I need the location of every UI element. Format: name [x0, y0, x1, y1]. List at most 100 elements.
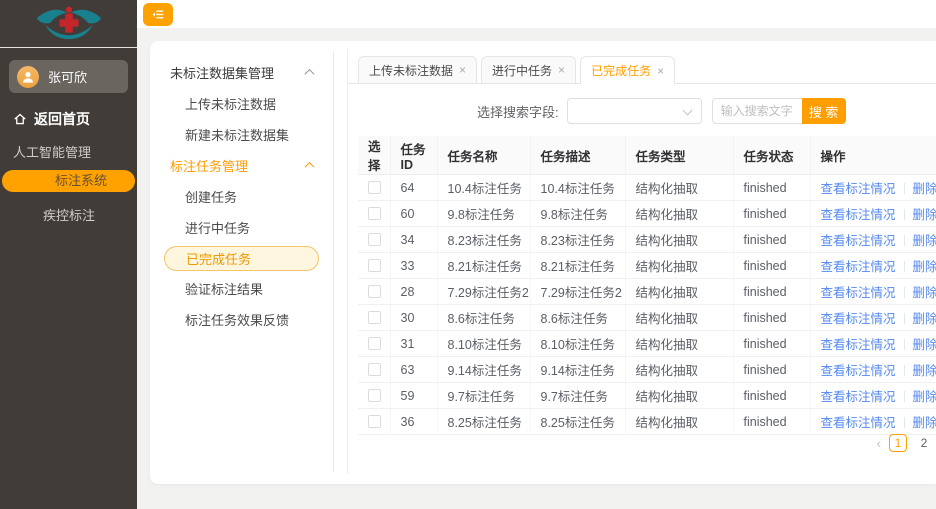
table-row: 33 8.21标注任务 8.21标注任务 结构化抽取 finished 查看标注… [358, 253, 936, 279]
app-logo [0, 0, 137, 45]
task-desc-cell: 7.29标注任务2 [530, 279, 625, 305]
tab-completed-tasks[interactable]: 已完成任务 × [580, 56, 675, 84]
search-input[interactable] [712, 98, 802, 124]
delete-link[interactable]: 删除 [913, 182, 936, 196]
table-header-row: 选择 任务ID 任务名称 任务描述 任务类型 任务状态 操作 [358, 136, 936, 175]
delete-link[interactable]: 删除 [913, 208, 936, 222]
row-checkbox[interactable] [368, 285, 381, 298]
close-icon[interactable]: × [657, 65, 664, 77]
task-type-cell: 结构化抽取 [625, 357, 733, 383]
task-name-cell: 8.25标注任务 [437, 409, 530, 435]
prev-page-icon[interactable]: ‹ [876, 436, 881, 450]
task-id-cell: 34 [390, 227, 437, 253]
task-id-cell: 60 [390, 201, 437, 227]
header-actions: 操作 [810, 136, 936, 175]
task-name-cell: 8.6标注任务 [437, 305, 530, 331]
view-annotation-link[interactable]: 查看标注情况 [821, 390, 896, 404]
sidebar-item-home[interactable]: 返回首页 [13, 109, 137, 129]
page-button-1[interactable]: 1 [889, 434, 907, 452]
task-name-cell: 8.21标注任务 [437, 253, 530, 279]
annotation-console-page: { "sidebar": { "user_name": "张可欣", "home… [0, 0, 936, 509]
task-id-cell: 33 [390, 253, 437, 279]
sidebar-item-cdc-annotation[interactable]: 疾控标注 [43, 205, 137, 224]
view-annotation-link[interactable]: 查看标注情况 [821, 182, 896, 196]
view-annotation-link[interactable]: 查看标注情况 [821, 364, 896, 378]
task-name-cell: 8.23标注任务 [437, 227, 530, 253]
user-name: 张可欣 [48, 67, 87, 86]
delete-link[interactable]: 删除 [913, 338, 936, 352]
collapse-menu-button[interactable] [143, 3, 173, 26]
tab-tasks-in-progress[interactable]: 进行中任务 × [481, 56, 576, 83]
menu-item-upload-unlabeled-data[interactable]: 上传未标注数据 [150, 88, 333, 119]
row-checkbox[interactable] [368, 311, 381, 324]
view-annotation-link[interactable]: 查看标注情况 [821, 338, 896, 352]
close-icon[interactable]: × [558, 64, 565, 76]
delete-link[interactable]: 删除 [913, 364, 936, 378]
task-name-cell: 9.8标注任务 [437, 201, 530, 227]
view-annotation-link[interactable]: 查看标注情况 [821, 286, 896, 300]
row-checkbox[interactable] [368, 233, 381, 246]
user-chip[interactable]: 张可欣 [9, 60, 128, 93]
view-annotation-link[interactable]: 查看标注情况 [821, 312, 896, 326]
task-type-cell: 结构化抽取 [625, 305, 733, 331]
row-checkbox[interactable] [368, 181, 381, 194]
menu-item-new-unlabeled-dataset[interactable]: 新建未标注数据集 [150, 119, 333, 150]
task-status-cell: finished [733, 331, 810, 357]
task-desc-cell: 8.25标注任务 [530, 409, 625, 435]
delete-link[interactable]: 删除 [913, 286, 936, 300]
task-status-cell: finished [733, 409, 810, 435]
header-select: 选择 [358, 136, 390, 175]
row-checkbox[interactable] [368, 389, 381, 402]
delete-link[interactable]: 删除 [913, 390, 936, 404]
row-checkbox[interactable] [368, 363, 381, 376]
search-field-select[interactable] [567, 98, 702, 124]
view-annotation-link[interactable]: 查看标注情况 [821, 208, 896, 222]
row-checkbox[interactable] [368, 207, 381, 220]
menu-item-completed-tasks[interactable]: 已完成任务 [164, 246, 319, 271]
menu-content-divider [333, 51, 334, 472]
view-annotation-link[interactable]: 查看标注情况 [821, 260, 896, 274]
table-row: 63 9.14标注任务 9.14标注任务 结构化抽取 finished 查看标注… [358, 357, 936, 383]
tab-upload-unlabeled-data[interactable]: 上传未标注数据 × [358, 56, 477, 83]
page-button-2[interactable]: 2 [915, 434, 933, 452]
action-divider [904, 339, 905, 350]
delete-link[interactable]: 删除 [913, 234, 936, 248]
person-icon [21, 70, 35, 84]
task-type-cell: 结构化抽取 [625, 175, 733, 201]
content-pane: 上传未标注数据 × 进行中任务 × 已完成任务 × 选择搜索字段: 搜 索 [348, 41, 936, 484]
row-checkbox[interactable] [368, 337, 381, 350]
menu-group-annotation-tasks[interactable]: 标注任务管理 [150, 150, 333, 181]
delete-link[interactable]: 删除 [913, 260, 936, 274]
menu-group-label: 标注任务管理 [170, 156, 248, 175]
row-checkbox[interactable] [368, 259, 381, 272]
task-status-cell: finished [733, 253, 810, 279]
delete-link[interactable]: 删除 [913, 416, 936, 430]
view-annotation-link[interactable]: 查看标注情况 [821, 416, 896, 430]
delete-link[interactable]: 删除 [913, 312, 936, 326]
chevron-up-icon [305, 162, 315, 172]
header-task-name: 任务名称 [437, 136, 530, 175]
table-row: 59 9.7标注任务 9.7标注任务 结构化抽取 finished 查看标注情况… [358, 383, 936, 409]
sidebar-item-annotation-system[interactable]: 标注系统 [2, 170, 135, 192]
action-divider [904, 313, 905, 324]
search-field-label: 选择搜索字段: [477, 102, 559, 121]
task-name-cell: 8.10标注任务 [437, 331, 530, 357]
sidebar-item-ai-management[interactable]: 人工智能管理 [13, 142, 137, 161]
close-icon[interactable]: × [459, 64, 466, 76]
task-name-cell: 10.4标注任务 [437, 175, 530, 201]
menu-item-create-task[interactable]: 创建任务 [150, 181, 333, 212]
task-name-cell: 9.14标注任务 [437, 357, 530, 383]
task-desc-cell: 8.6标注任务 [530, 305, 625, 331]
view-annotation-link[interactable]: 查看标注情况 [821, 234, 896, 248]
tab-label: 上传未标注数据 [369, 62, 453, 79]
action-divider [904, 261, 905, 272]
action-divider [904, 235, 905, 246]
task-type-cell: 结构化抽取 [625, 201, 733, 227]
menu-item-task-feedback[interactable]: 标注任务效果反馈 [150, 304, 333, 335]
main-card: 未标注数据集管理 上传未标注数据 新建未标注数据集 标注任务管理 创建任务 进行… [150, 41, 936, 484]
menu-item-tasks-in-progress[interactable]: 进行中任务 [150, 212, 333, 243]
menu-item-verify-results[interactable]: 验证标注结果 [150, 273, 333, 304]
row-checkbox[interactable] [368, 415, 381, 428]
menu-group-unlabeled-datasets[interactable]: 未标注数据集管理 [150, 57, 333, 88]
search-button[interactable]: 搜 索 [802, 98, 846, 124]
